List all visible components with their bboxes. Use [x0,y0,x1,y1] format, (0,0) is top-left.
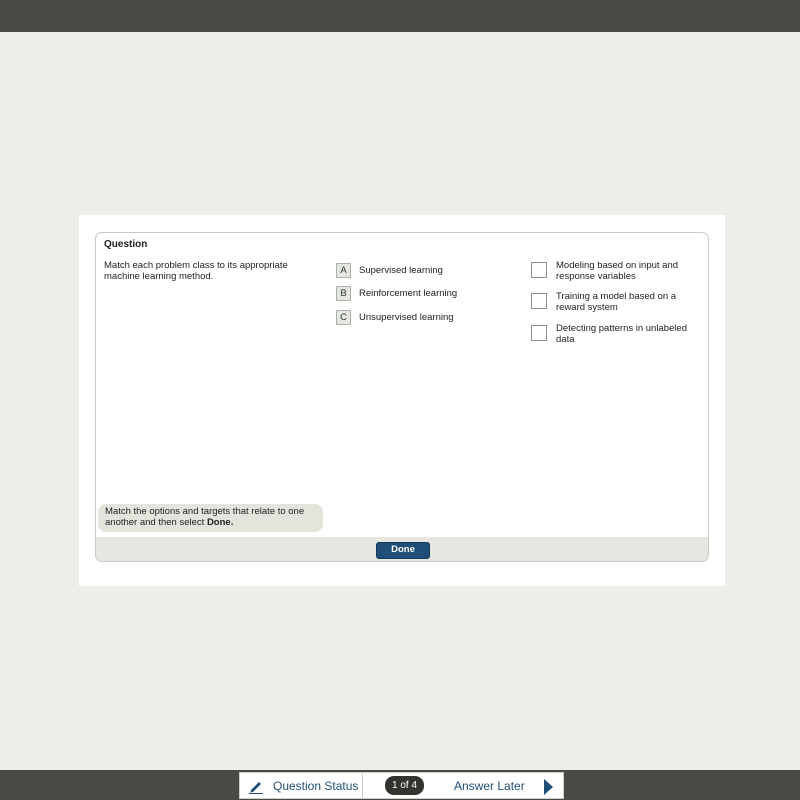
pencil-icon [249,781,263,794]
target-1: Modeling based on input and response var… [531,260,696,282]
target-drop-box[interactable] [531,262,547,278]
target-3: Detecting patterns in unlabeled data [531,323,696,345]
option-c[interactable]: C Unsupervised learning [336,309,454,326]
question-title: Question [104,239,148,250]
question-card: Question Match each problem class to its… [95,232,709,562]
option-letter: C [336,310,351,325]
done-button[interactable]: Done [376,542,430,559]
option-letter: A [336,263,351,278]
option-label: Unsupervised learning [359,312,454,323]
option-label: Supervised learning [359,265,443,276]
question-counter: 1 of 4 [385,776,424,795]
option-b[interactable]: B Reinforcement learning [336,285,457,302]
target-drop-box[interactable] [531,325,547,341]
target-drop-box[interactable] [531,293,547,309]
question-prompt: Match each problem class to its appropri… [104,260,288,282]
question-footer: Done [96,537,708,561]
option-a[interactable]: A Supervised learning [336,262,443,279]
question-navigation: Question Status 1 of 4 Answer Later [239,772,564,799]
answer-later-link[interactable]: Answer Later [454,779,525,793]
option-label: Reinforcement learning [359,288,458,299]
question-panel: Question Match each problem class to its… [79,215,725,586]
target-label: Modeling based on input and response var… [556,260,679,282]
top-bar [0,0,800,32]
target-label: Detecting patterns in unlabeled data [556,323,687,345]
question-pager: 1 of 4 Answer Later [363,772,564,799]
instruction-hint: Match the options and targets that relat… [98,504,323,532]
hint-text: Match the options and targets that relat… [105,506,305,528]
target-label: Training a model based on a reward syste… [556,291,677,313]
question-status-button[interactable]: Question Status [239,772,363,799]
hint-emphasis: Done. [206,516,234,528]
target-2: Training a model based on a reward syste… [531,291,696,313]
question-status-label: Question Status [273,778,359,793]
next-arrow-icon[interactable] [544,779,553,795]
option-letter: B [336,286,351,301]
